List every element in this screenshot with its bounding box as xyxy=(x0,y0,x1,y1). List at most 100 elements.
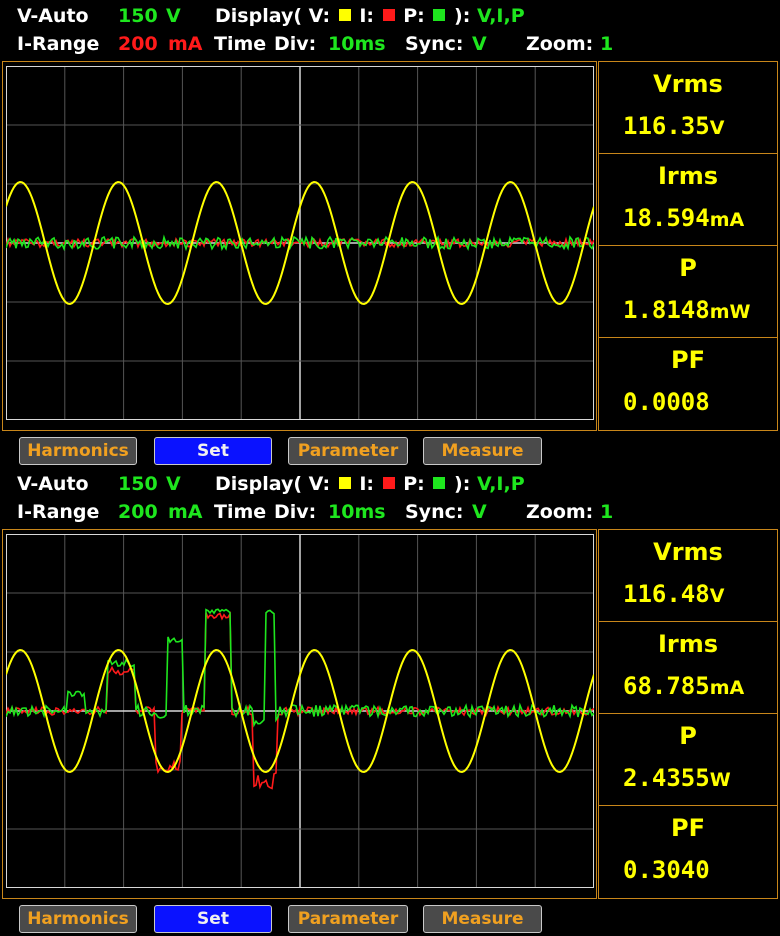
measurement-panel: Vrms 116.48V Irms 68.785mA P 2.4355W PF … xyxy=(598,529,778,899)
time-div-value[interactable]: 10ms xyxy=(328,30,386,58)
zoom-label: Zoom: xyxy=(526,33,594,55)
time-div-value[interactable]: 10ms xyxy=(328,498,386,526)
irms-unit: mA xyxy=(709,209,745,231)
vrms-value: 116.35 xyxy=(623,112,710,140)
vrms-reading: 116.48V xyxy=(623,580,724,608)
harmonics-button[interactable]: Harmonics xyxy=(19,905,137,933)
display-value: V,I,P xyxy=(476,473,525,495)
irms-cell: Irms 18.594mA xyxy=(599,154,777,246)
measure-button[interactable]: Measure xyxy=(423,437,542,465)
sync-value[interactable]: V xyxy=(472,30,487,58)
irms-cell: Irms 68.785mA xyxy=(599,622,777,714)
power-color-swatch xyxy=(433,9,446,21)
irms-value: 18.594 xyxy=(623,204,710,232)
measure-button[interactable]: Measure xyxy=(423,905,542,933)
pf-cell: PF 0.3040 xyxy=(599,806,777,898)
set-button[interactable]: Set xyxy=(154,905,272,933)
irms-reading: 18.594mA xyxy=(623,204,744,232)
voltage-color-swatch xyxy=(338,9,351,21)
voltage-range-value[interactable]: 150 xyxy=(118,2,158,30)
vrms-reading: 116.35V xyxy=(623,112,724,140)
power-unit: W xyxy=(709,769,731,791)
current-label: I: xyxy=(359,5,374,27)
voltage-range-unit: V xyxy=(166,473,181,495)
pf-label: PF xyxy=(671,814,705,842)
power-cell: P 2.4355W xyxy=(599,714,777,806)
voltage-mode[interactable]: V-Auto xyxy=(17,2,89,30)
pf-cell: PF 0.0008 xyxy=(599,338,777,430)
current-range-label: I-Range xyxy=(17,501,100,523)
parameter-button[interactable]: Parameter xyxy=(288,905,408,933)
vrms-cell: Vrms 116.35V xyxy=(599,62,777,154)
pf-reading: 0.3040 xyxy=(623,856,710,884)
set-button[interactable]: Set xyxy=(154,437,272,465)
waveform-display xyxy=(6,534,594,888)
display-close: ): xyxy=(454,5,471,27)
power-value: 1.8148 xyxy=(623,296,710,324)
vrms-unit: V xyxy=(709,117,725,139)
power-value: 2.4355 xyxy=(623,764,710,792)
voltage-color-swatch xyxy=(338,477,351,489)
power-cell: P 1.8148mW xyxy=(599,246,777,338)
zoom-value[interactable]: 1 xyxy=(600,30,613,58)
measurement-panel: Vrms 116.35V Irms 18.594mA P 1.8148mW PF… xyxy=(598,61,778,431)
div-label: Div: xyxy=(274,33,317,55)
irms-value: 68.785 xyxy=(623,672,710,700)
sync-label: Sync: xyxy=(405,501,464,523)
vrms-value: 116.48 xyxy=(623,580,710,608)
power-reading: 2.4355W xyxy=(623,764,731,792)
sync-label: Sync: xyxy=(405,33,464,55)
power-unit: mW xyxy=(709,301,751,323)
display-selector[interactable]: Display( V: I: P: ): V,I,P xyxy=(215,2,525,30)
power-reading: 1.8148mW xyxy=(623,296,750,324)
irms-label: Irms xyxy=(657,162,719,190)
display-close: ): xyxy=(454,473,471,495)
current-range-label: I-Range xyxy=(17,33,100,55)
time-label: Time xyxy=(214,501,267,523)
current-color-swatch xyxy=(382,9,395,21)
sync-value[interactable]: V xyxy=(472,498,487,526)
voltage-range-value[interactable]: 150 xyxy=(118,470,158,498)
power-label: P: xyxy=(403,473,425,495)
vrms-label: Vrms xyxy=(653,538,723,566)
display-label: Display( V: xyxy=(215,5,331,27)
pf-value: 0.3040 xyxy=(623,856,710,884)
current-label: I: xyxy=(359,473,374,495)
waveform-display xyxy=(6,66,594,420)
power-label: P xyxy=(679,254,697,282)
power-color-swatch xyxy=(433,477,446,489)
irms-reading: 68.785mA xyxy=(623,672,744,700)
div-label: Div: xyxy=(274,501,317,523)
irms-label: Irms xyxy=(657,630,719,658)
vrms-cell: Vrms 116.48V xyxy=(599,530,777,622)
irms-unit: mA xyxy=(709,677,745,699)
analyzer-panel-bottom: V-Auto 150 V Display( V: I: P: ): V,I,P … xyxy=(0,468,780,936)
vrms-unit: V xyxy=(709,585,725,607)
display-label: Display( V: xyxy=(215,473,331,495)
time-label: Time xyxy=(214,33,267,55)
display-value: V,I,P xyxy=(476,5,525,27)
current-range-value[interactable]: 200 xyxy=(118,30,158,58)
voltage-range-unit: V xyxy=(166,5,181,27)
analyzer-panel-top: V-Auto 150 V Display( V: I: P: ): V,I,P … xyxy=(0,0,780,468)
current-range-unit: mA xyxy=(168,501,203,523)
zoom-value[interactable]: 1 xyxy=(600,498,613,526)
zoom-label: Zoom: xyxy=(526,501,594,523)
voltage-mode[interactable]: V-Auto xyxy=(17,470,89,498)
display-selector[interactable]: Display( V: I: P: ): V,I,P xyxy=(215,470,525,498)
current-color-swatch xyxy=(382,477,395,489)
parameter-button[interactable]: Parameter xyxy=(288,437,408,465)
power-label: P xyxy=(679,722,697,750)
current-range-unit: mA xyxy=(168,33,203,55)
harmonics-button[interactable]: Harmonics xyxy=(19,437,137,465)
current-range-value[interactable]: 200 xyxy=(118,498,158,526)
pf-label: PF xyxy=(671,346,705,374)
header-row-1: V-Auto 150 V Display( V: I: P: ): V,I,P xyxy=(0,2,780,30)
vrms-label: Vrms xyxy=(653,70,723,98)
power-label: P: xyxy=(403,5,425,27)
header-row-1: V-Auto 150 V Display( V: I: P: ): V,I,P xyxy=(0,470,780,498)
header-row-2: I-Range 200 mA Time Div: 10ms Sync: V Zo… xyxy=(0,498,780,526)
header-row-2: I-Range 200 mA Time Div: 10ms Sync: V Zo… xyxy=(0,30,780,58)
pf-value: 0.0008 xyxy=(623,388,710,416)
pf-reading: 0.0008 xyxy=(623,388,710,416)
